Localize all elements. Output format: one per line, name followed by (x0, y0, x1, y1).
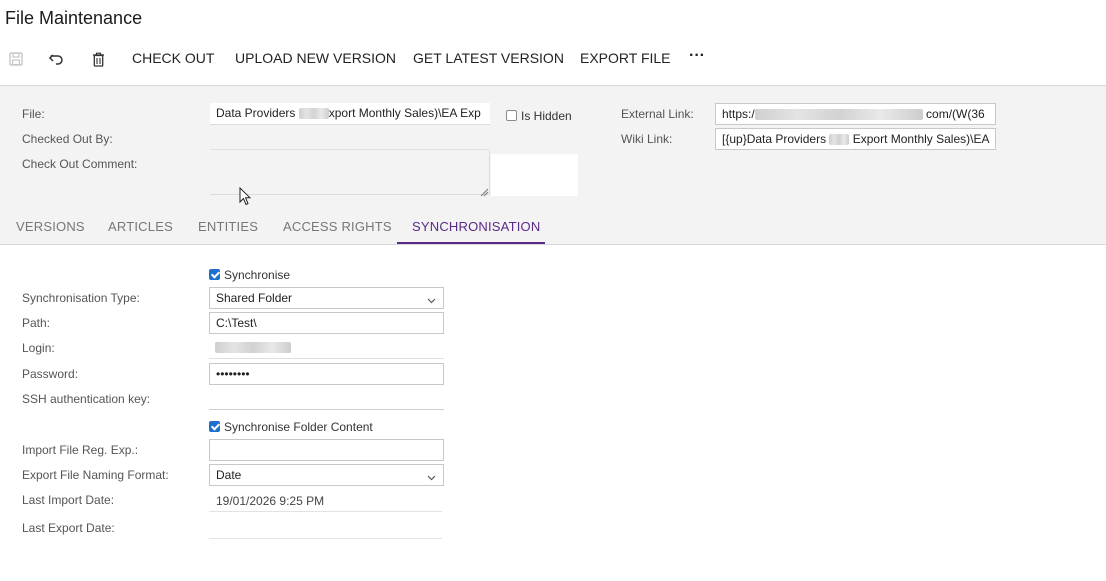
sync-type-value: Shared Folder (216, 291, 293, 305)
is-hidden-checkbox[interactable]: Is Hidden (506, 107, 572, 125)
export-format-label: Export File Naming Format: (22, 468, 169, 482)
external-link-field[interactable]: https:/ com/(W(36 (715, 103, 996, 125)
sync-type-label: Synchronisation Type: (22, 291, 140, 305)
save-icon[interactable] (7, 50, 25, 68)
path-label: Path: (22, 316, 51, 330)
ssh-key-input[interactable] (209, 388, 444, 410)
resize-handle-icon[interactable] (479, 184, 489, 197)
checkbox-checked-icon[interactable] (209, 269, 220, 281)
get-latest-version-button[interactable]: GET LATEST VERSION (413, 50, 564, 66)
chevron-down-icon[interactable] (427, 470, 436, 485)
wiki-link-end: Export Monthly Sales)\EA (852, 132, 990, 146)
login-label: Login: (22, 341, 55, 355)
tab-access-rights[interactable]: ACCESS RIGHTS (283, 219, 392, 234)
redacted-block (829, 134, 850, 146)
field-underline (209, 511, 442, 512)
synchronise-folder-content-checkbox[interactable]: Synchronise Folder Content (209, 418, 373, 436)
ssh-key-label: SSH authentication key: (22, 392, 151, 406)
password-input[interactable]: •••••••• (209, 363, 444, 385)
check-out-comment-label: Check Out Comment: (22, 157, 138, 171)
external-link-end: com/(W(36 (926, 107, 985, 121)
sync-type-select[interactable]: Shared Folder (209, 287, 444, 309)
synchronise-checkbox[interactable]: Synchronise (209, 266, 290, 284)
field-underline (209, 538, 442, 539)
checkbox-icon[interactable] (506, 110, 517, 122)
redacted-block (298, 108, 329, 120)
last-import-label: Last Import Date: (22, 493, 115, 507)
checked-out-by-label: Checked Out By: (22, 132, 113, 146)
wiki-link-field[interactable]: [{up}Data Providers Export Monthly Sales… (715, 128, 996, 150)
tab-entities[interactable]: ENTITIES (198, 219, 258, 234)
checked-out-by-field (210, 128, 490, 150)
is-hidden-label: Is Hidden (521, 108, 572, 123)
file-value-end: xport Monthly Sales)\EA Exp (328, 106, 481, 120)
file-value-start: Data Providers (216, 106, 296, 120)
synchronise-label: Synchronise (224, 267, 291, 282)
import-regexp-input[interactable] (209, 439, 444, 461)
tab-synchronisation[interactable]: SYNCHRONISATION (412, 219, 540, 234)
tab-divider (0, 244, 1106, 245)
check-out-button[interactable]: CHECK OUT (132, 50, 214, 66)
check-out-comment-textarea[interactable] (210, 151, 490, 195)
export-format-select[interactable]: Date (209, 464, 444, 486)
trash-icon[interactable] (89, 50, 107, 68)
password-label: Password: (22, 367, 79, 381)
import-regexp-label: Import File Reg. Exp.: (22, 443, 139, 457)
external-link-label: External Link: (621, 107, 694, 121)
path-input[interactable]: C:\Test\ (209, 312, 444, 334)
tab-versions[interactable]: VERSIONS (16, 219, 85, 234)
export-file-button[interactable]: EXPORT FILE (580, 50, 671, 66)
mouse-cursor-icon (239, 186, 252, 211)
more-options-button[interactable]: ··· (689, 47, 705, 65)
last-import-value: 19/01/2026 9:25 PM (216, 494, 325, 508)
tab-articles[interactable]: ARTICLES (108, 219, 173, 234)
wiki-link-start: [{up}Data Providers (722, 132, 827, 146)
last-export-label: Last Export Date: (22, 521, 115, 535)
redacted-block (754, 109, 923, 121)
external-link-start: https:/ (722, 107, 755, 121)
redacted-block (215, 342, 291, 354)
file-field[interactable]: Data Providers xport Monthly Sales)\EA E… (210, 103, 490, 125)
folder-content-label: Synchronise Folder Content (224, 419, 373, 434)
file-label: File: (22, 107, 45, 121)
export-format-value: Date (216, 468, 242, 482)
page-title: File Maintenance (5, 8, 143, 28)
wiki-link-label: Wiki Link: (621, 132, 673, 146)
checkbox-checked-icon[interactable] (209, 421, 220, 433)
blank-panel (491, 154, 578, 196)
upload-new-version-button[interactable]: UPLOAD NEW VERSION (235, 50, 396, 66)
undo-icon[interactable] (47, 50, 65, 68)
login-input[interactable] (209, 337, 444, 359)
chevron-down-icon[interactable] (427, 293, 436, 308)
